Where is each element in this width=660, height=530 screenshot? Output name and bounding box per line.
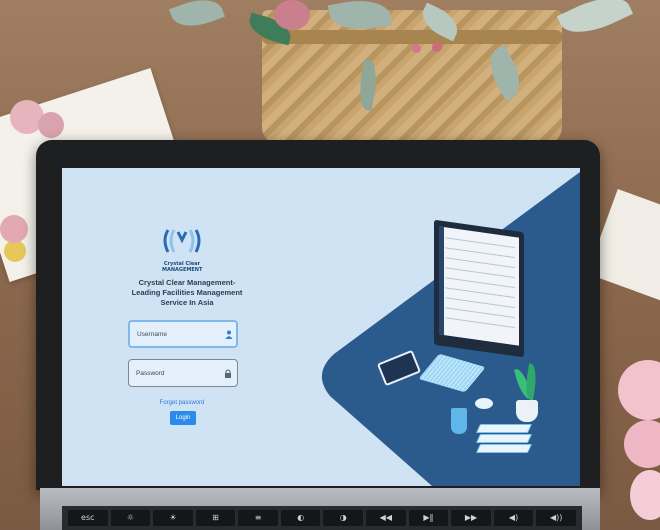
flower-bud-top <box>432 42 442 52</box>
plant-pot-illustration <box>516 400 538 422</box>
password-field[interactable] <box>128 359 238 387</box>
book <box>475 444 533 453</box>
monitor-row <box>445 267 515 279</box>
password-input[interactable] <box>136 369 224 377</box>
book <box>475 434 533 443</box>
keyboard-key: ◀◀ <box>366 510 406 526</box>
tagline-line2: Leading Facilities Management <box>131 288 243 297</box>
keyboard-key: ≡ <box>238 510 278 526</box>
books-illustration <box>475 424 533 454</box>
monitor-row <box>445 237 515 249</box>
monitor-row <box>445 247 515 259</box>
keyboard-key: ◐ <box>280 510 321 526</box>
keyboard-key: ⊞ <box>195 510 236 526</box>
basket-rim <box>262 30 562 44</box>
keyboard-key: esc <box>68 510 108 526</box>
laptop-keyboard: esc ☼ ☀ ⊞ ≡ ◐ ◑ ◀◀ ▶‖ ▶▶ ◀) ◀)) <box>62 506 582 530</box>
laptop-screen: Crystal Clear MANAGEMENT Crystal Clear M… <box>62 168 580 486</box>
keyboard-key: ◀) <box>493 510 534 526</box>
user-icon <box>225 330 233 339</box>
monitor-row <box>445 297 515 309</box>
leaf <box>556 0 634 44</box>
username-input[interactable] <box>137 330 225 338</box>
tagline-line1: Crystal Clear Management- <box>138 278 236 287</box>
flower-pink-right-2 <box>624 420 660 468</box>
brand-logo: Crystal Clear MANAGEMENT <box>162 226 202 273</box>
tagline: Crystal Clear Management- Leading Facili… <box>122 278 252 308</box>
flower-pink-right <box>618 360 660 420</box>
mouse-illustration <box>475 398 493 409</box>
flower-pink-right-3 <box>630 470 660 520</box>
flower-pink-left-2 <box>38 112 64 138</box>
keyboard-key: ☼ <box>110 510 151 526</box>
monitor-row <box>445 287 515 299</box>
forgot-password-link[interactable]: Forget password <box>152 400 212 406</box>
flower-bud-top-2 <box>412 44 421 53</box>
lock-icon <box>224 369 232 378</box>
logo-text-line2: MANAGEMENT <box>162 267 203 273</box>
flower-yellow-left <box>4 240 26 262</box>
monitor-screen <box>439 226 519 346</box>
monitor-row <box>445 257 515 269</box>
keyboard-key: ▶▶ <box>451 510 491 526</box>
keyboard-key: ☀ <box>153 510 193 526</box>
logo-mark-icon <box>163 229 201 253</box>
monitor-illustration <box>434 219 524 358</box>
login-button[interactable]: Login <box>170 411 196 425</box>
monitor-row <box>445 307 515 319</box>
monitor-row <box>445 317 515 329</box>
flower-pink-left-3 <box>0 215 28 243</box>
book <box>475 424 533 433</box>
keyboard-key: ▶‖ <box>408 510 449 526</box>
monitor-row <box>445 277 515 289</box>
keyboard-key: ◀)) <box>536 510 576 526</box>
username-field[interactable] <box>128 320 238 348</box>
tagline-line3: Service In Asia <box>160 298 214 307</box>
cup-illustration <box>451 408 467 434</box>
flower-rose-top <box>274 0 310 30</box>
keyboard-key: ◑ <box>323 510 364 526</box>
monitor-sidebar <box>439 226 444 336</box>
leaf <box>169 0 225 34</box>
